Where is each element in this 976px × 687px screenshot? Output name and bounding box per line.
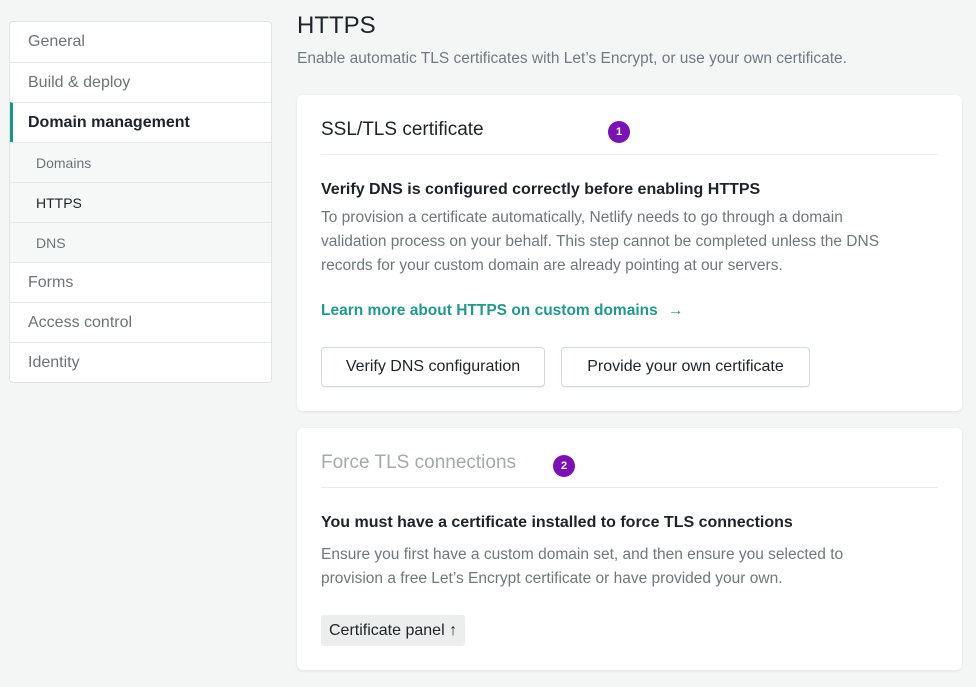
force-tls-card: Force TLS connections 2 You must have a … [297,428,962,670]
sidebar-subitem-dns[interactable]: DNS [10,222,271,262]
sidebar-subitem-domains[interactable]: Domains [10,142,271,182]
certificate-panel-button[interactable]: Certificate panel ↑ [321,615,466,646]
arrow-right-icon: → [668,302,684,319]
section-heading: Verify DNS is configured correctly befor… [321,181,761,198]
section-heading: You must have a certificate installed to… [321,514,793,531]
sidebar-subitem-https[interactable]: HTTPS [10,182,271,222]
description-line: To provision a certificate automatically… [321,209,843,226]
description-line: provision a free Let’s Encrypt certifica… [321,570,783,587]
card-title: SSL/TLS certificate [321,119,484,140]
sidebar-item-general[interactable]: General [10,22,271,62]
sidebar-item-identity[interactable]: Identity [10,342,271,382]
sidebar-item-build-deploy[interactable]: Build & deploy [10,62,271,102]
ssl-certificate-card: SSL/TLS certificate 1 Verify DNS is conf… [297,95,962,411]
verify-dns-button[interactable]: Verify DNS configuration [321,347,545,387]
card-title: Force TLS connections [321,452,517,473]
step-badge: 2 [553,455,575,477]
sidebar-item-forms[interactable]: Forms [10,262,271,302]
page-title: HTTPS [297,12,376,39]
sidebar-item-access-control[interactable]: Access control [10,302,271,342]
description-text: Ensure you first have a custom domain se… [321,543,941,591]
description-line: Ensure you first have a custom domain se… [321,546,844,563]
step-badge: 1 [608,121,630,143]
description-line: records for your custom domain are alrea… [321,257,783,274]
provide-own-certificate-button[interactable]: Provide your own certificate [561,347,810,387]
sidebar-item-domain-management[interactable]: Domain management [10,102,271,142]
description-text: To provision a certificate automatically… [321,206,941,278]
learn-more-label: Learn more about HTTPS on custom domains [321,302,658,319]
page-subtitle: Enable automatic TLS certificates with L… [297,50,847,67]
learn-more-https-link[interactable]: Learn more about HTTPS on custom domains… [321,302,684,320]
arrow-up-icon: ↑ [449,622,458,639]
card-header: SSL/TLS certificate 1 [321,95,938,155]
certificate-panel-label: Certificate panel [329,622,445,639]
description-line: validation process on your behalf. This … [321,233,880,250]
settings-sidebar: General Build & deploy Domain management… [9,21,272,383]
card-header: Force TLS connections 2 [321,428,938,488]
